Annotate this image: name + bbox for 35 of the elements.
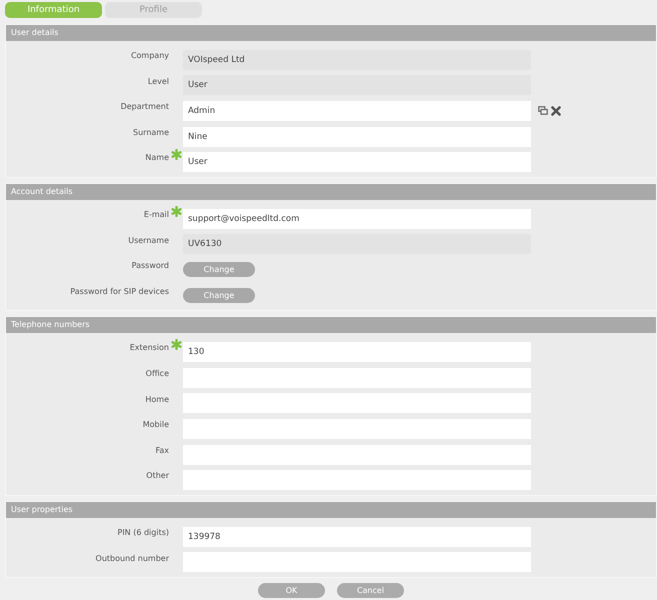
section-title: User properties [11,504,73,514]
field-label: Company [130,50,169,60]
readonly-value: UV6130 [183,234,531,254]
field-label: Fax [154,444,169,455]
field-label: Outbound number [94,552,169,562]
field-label: Home [144,394,169,404]
field-label: Office [144,368,169,378]
required-icon [170,149,182,160]
field-label: E-mail [142,208,169,219]
required-icon [170,206,182,217]
field-label: Department [120,101,169,112]
input-field[interactable]: User [183,152,531,172]
section-title: Telephone numbers [11,320,90,330]
field-label: PIN (6 digits) [116,526,169,537]
required-icon [170,339,182,350]
field-label: Password [130,260,169,270]
section-title: Account details [11,186,72,196]
field-label: Username [127,234,169,245]
field-label: Other [145,470,169,480]
field-label: Mobile [142,419,169,430]
copy-icon[interactable] [538,106,548,115]
section-title: User details [11,28,58,37]
close-icon[interactable] [551,106,561,116]
input-field[interactable]: 139978 [183,526,531,547]
readonly-value: User [183,75,531,96]
input-field[interactable]: 130 [183,342,531,362]
field-label: Level [146,76,169,86]
field-label: Surname [132,126,169,137]
field-label: Name [144,152,169,162]
field-label: Extension [128,342,169,352]
input-field[interactable]: support@voispeedltd.com [183,208,531,229]
input-field[interactable]: Admin [183,100,531,121]
input-field[interactable]: Nine [183,126,531,147]
readonly-value: VOIspeed Ltd [183,50,531,70]
field-label: Password for SIP devices [69,286,169,296]
